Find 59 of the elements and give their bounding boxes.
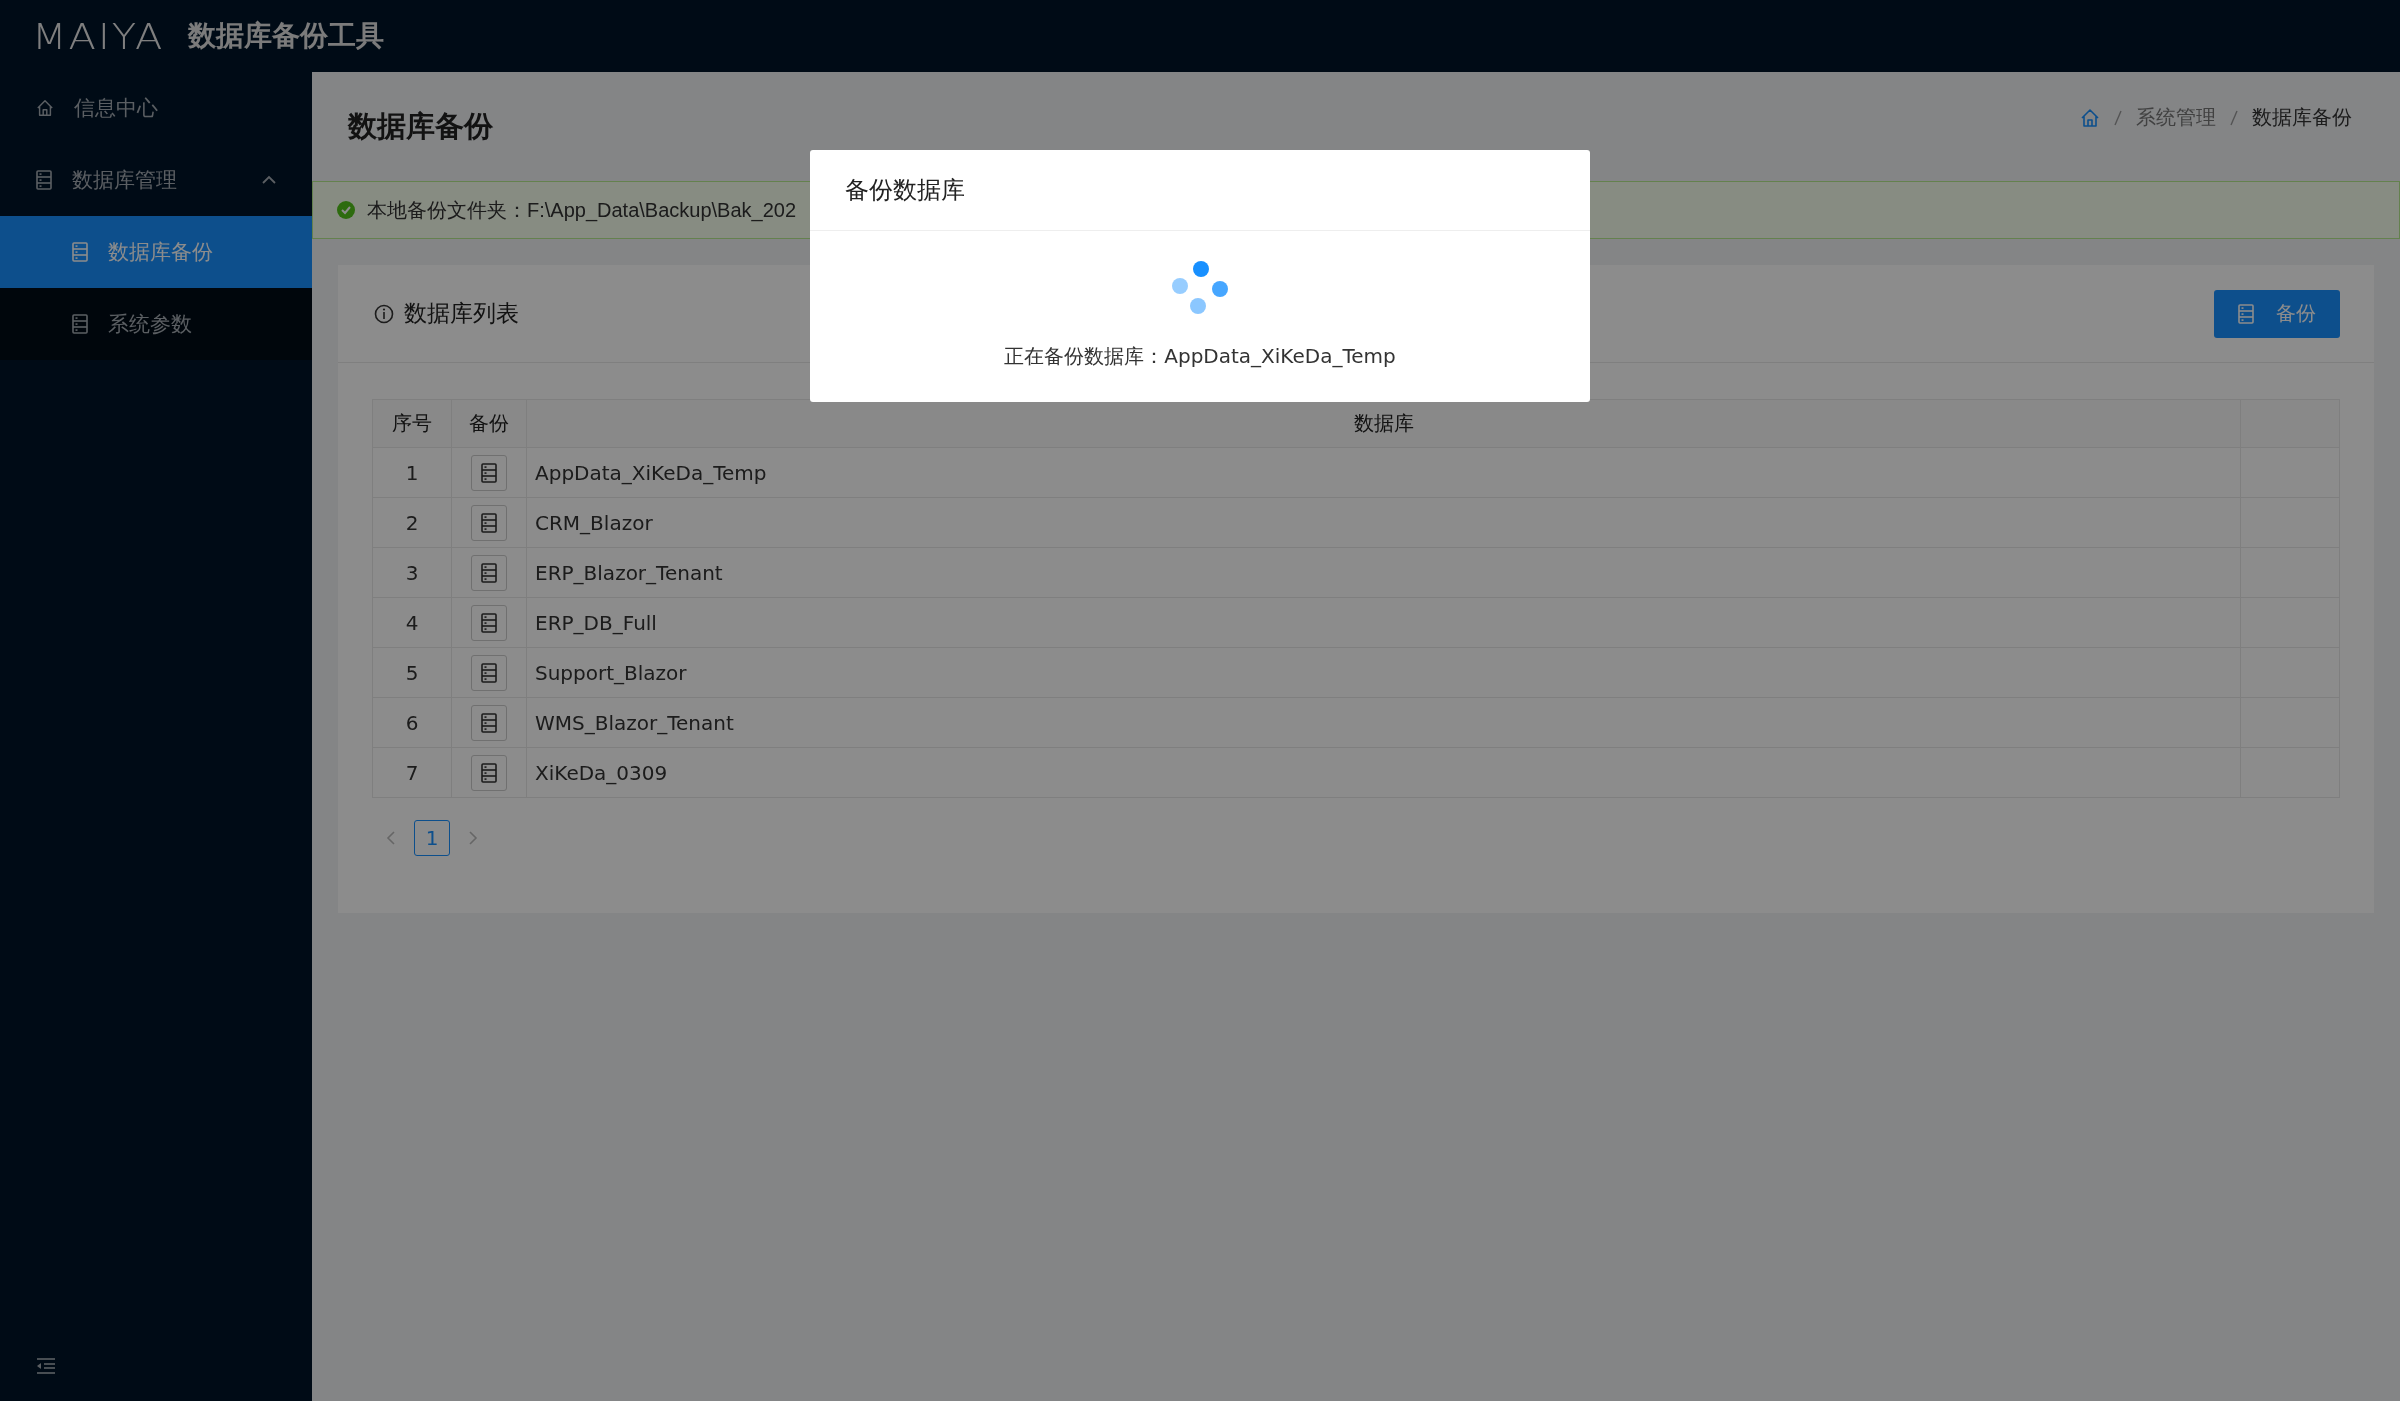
database-icon xyxy=(72,242,88,262)
card-title: 数据库列表 xyxy=(404,299,519,328)
column-header: 数据库 xyxy=(1353,411,1414,435)
slash-separator-icon xyxy=(2114,109,2122,126)
backup-row-button[interactable] xyxy=(471,754,507,791)
table-cell: 1 xyxy=(405,460,419,485)
slash-separator-icon xyxy=(2230,109,2238,126)
table-cell: Support_Blazor xyxy=(535,660,687,685)
info-icon xyxy=(374,303,394,324)
database-icon xyxy=(481,512,497,533)
database-icon xyxy=(481,612,497,633)
breadcrumb-item[interactable]: 系统管理 xyxy=(2136,104,2216,131)
database-icon xyxy=(481,662,497,683)
home-icon xyxy=(36,99,54,117)
table-cell: 6 xyxy=(405,710,419,735)
database-icon xyxy=(481,712,497,733)
table-cell: ERP_DB_Full xyxy=(535,610,657,635)
page-button[interactable]: 1 xyxy=(414,820,450,856)
chevron-up-icon xyxy=(262,175,276,185)
home-icon[interactable] xyxy=(2080,107,2100,128)
table-cell: 4 xyxy=(405,610,419,635)
menu-fold-icon[interactable] xyxy=(36,1357,56,1375)
column-header: 备份 xyxy=(469,411,509,435)
column-header: 序号 xyxy=(392,411,432,435)
database-icon xyxy=(72,314,88,334)
modal-message: 正在备份数据库：AppData_XiKeDa_Temp xyxy=(1004,343,1396,370)
backup-button[interactable]: 备份 xyxy=(2214,289,2340,338)
table-cell: 5 xyxy=(405,660,419,685)
backup-row-button[interactable] xyxy=(471,654,507,691)
database-icon xyxy=(481,462,497,483)
table-cell: CRM_Blazor xyxy=(535,510,653,535)
table-cell: ERP_Blazor_Tenant xyxy=(535,560,723,585)
page-title: 数据库备份 xyxy=(348,107,493,145)
database-icon xyxy=(2238,303,2254,324)
table-cell: 3 xyxy=(405,560,419,585)
database-icon xyxy=(481,562,497,583)
nav-item[interactable]: 系统参数 xyxy=(0,288,312,360)
backup-row-button[interactable] xyxy=(471,504,507,541)
backup-row-button[interactable] xyxy=(471,554,507,591)
check-circle-icon xyxy=(337,201,355,219)
backup-row-button[interactable] xyxy=(471,704,507,741)
breadcrumb-item: 数据库备份 xyxy=(2252,104,2352,131)
table-cell: AppData_XiKeDa_Temp xyxy=(535,460,767,485)
backup-row-button[interactable] xyxy=(471,604,507,641)
backup-row-button[interactable] xyxy=(471,454,507,491)
table-cell: 7 xyxy=(405,760,419,785)
table-cell: 2 xyxy=(405,510,419,535)
modal-title: 备份数据库 xyxy=(845,175,965,206)
database-icon xyxy=(36,170,52,190)
nav-item[interactable]: 数据库备份 xyxy=(0,216,312,288)
logo: MAIYA xyxy=(32,15,165,57)
loading-spinner-icon xyxy=(1172,261,1228,317)
table-cell: XiKeDa_0309 xyxy=(535,760,668,785)
app-title: 数据库备份工具 xyxy=(188,18,385,54)
table-cell: WMS_Blazor_Tenant xyxy=(535,710,734,735)
nav-group[interactable]: 数据库管理 xyxy=(0,144,312,216)
alert-text: 本地备份文件夹：F:\App_Data\Backup\Bak_202 xyxy=(367,197,797,224)
nav-item[interactable]: 信息中心 xyxy=(0,72,312,144)
database-icon xyxy=(481,762,497,783)
